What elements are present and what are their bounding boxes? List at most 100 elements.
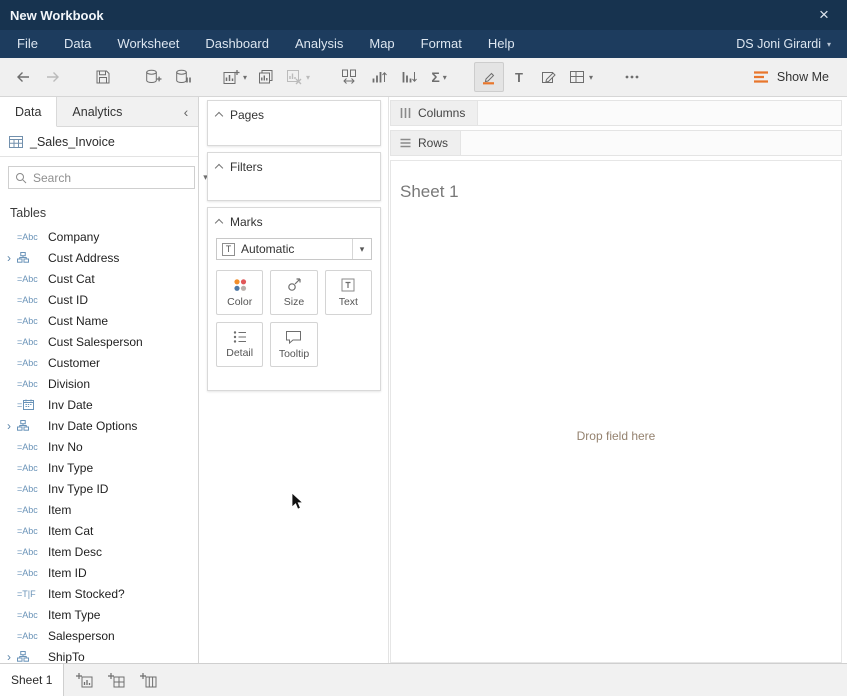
field-inv-date[interactable]: =Inv Date — [0, 394, 198, 415]
field-salesperson[interactable]: =AbcSalesperson — [0, 625, 198, 646]
field-cust-id[interactable]: =AbcCust ID — [0, 289, 198, 310]
field-inv-no[interactable]: =AbcInv No — [0, 436, 198, 457]
marks-size-button[interactable]: Size — [270, 270, 317, 315]
toolbar: ▾ ▾ Σ▾ T ▾ Show Me — [0, 58, 847, 97]
sheet-tab[interactable]: Sheet 1 — [0, 664, 64, 696]
field-label: Salesperson — [48, 629, 115, 643]
fix-axes-icon[interactable] — [534, 62, 564, 92]
marks-detail-button[interactable]: Detail — [216, 322, 263, 367]
close-icon[interactable]: × — [811, 0, 837, 30]
columns-shelf-label: Columns — [391, 101, 478, 125]
menu-data[interactable]: Data — [51, 30, 104, 58]
tableau-window: New Workbook × FileDataWorksheetDashboar… — [0, 0, 847, 696]
field-label: Item ID — [48, 566, 87, 580]
mark-type-value: Automatic — [241, 242, 352, 256]
filters-label: Filters — [230, 160, 263, 174]
new-datasource-icon[interactable] — [138, 62, 168, 92]
redo-icon[interactable] — [38, 62, 68, 92]
duplicate-sheet-icon[interactable] — [251, 62, 281, 92]
hierarchy-field-icon — [17, 420, 48, 431]
field-cust-address[interactable]: ›Cust Address — [0, 247, 198, 268]
swap-rows-columns-icon[interactable] — [334, 62, 364, 92]
pause-updates-icon[interactable] — [168, 62, 198, 92]
sheet-title: Sheet 1 — [400, 182, 459, 202]
show-mark-labels-icon[interactable]: T — [504, 62, 534, 92]
rows-shelf[interactable]: Rows — [390, 130, 842, 156]
expand-chevron-icon[interactable]: › — [7, 651, 17, 663]
expand-chevron-icon[interactable]: › — [7, 420, 17, 432]
totals-icon[interactable]: Σ▾ — [424, 62, 454, 92]
field-item-type[interactable]: =AbcItem Type — [0, 604, 198, 625]
clear-sheet-icon[interactable]: ▾ — [281, 62, 314, 92]
abc-field-icon: =Abc — [17, 316, 48, 326]
more-icon[interactable] — [617, 62, 647, 92]
marks-button-label: Tooltip — [279, 348, 309, 360]
field-shipto[interactable]: ›ShipTo — [0, 646, 198, 663]
chevron-down-icon[interactable]: ▾ — [352, 239, 371, 259]
color-icon — [231, 277, 249, 293]
field-item-id[interactable]: =AbcItem ID — [0, 562, 198, 583]
menu-file[interactable]: File — [4, 30, 51, 58]
field-item-cat[interactable]: =AbcItem Cat — [0, 520, 198, 541]
field-customer[interactable]: =AbcCustomer — [0, 352, 198, 373]
field-item-stocked-[interactable]: =T|FItem Stocked? — [0, 583, 198, 604]
field-cust-cat[interactable]: =AbcCust Cat — [0, 268, 198, 289]
menu-worksheet[interactable]: Worksheet — [104, 30, 192, 58]
show-me-button[interactable]: Show Me — [743, 62, 839, 92]
tab-data[interactable]: Data — [0, 97, 57, 127]
new-worksheet-tab-icon[interactable] — [68, 664, 100, 696]
menu-map[interactable]: Map — [356, 30, 407, 58]
menu-help[interactable]: Help — [475, 30, 528, 58]
menu-analysis[interactable]: Analysis — [282, 30, 356, 58]
user-name: DS Joni Girardi — [736, 37, 821, 51]
new-worksheet-icon[interactable]: ▾ — [218, 62, 251, 92]
chevron-up-icon — [215, 164, 223, 172]
user-menu[interactable]: DS Joni Girardi ▾ — [724, 37, 843, 51]
sheet-canvas[interactable]: Sheet 1 Drop field here — [390, 160, 842, 663]
field-division[interactable]: =AbcDivision — [0, 373, 198, 394]
show-me-label: Show Me — [777, 70, 829, 84]
sort-descending-icon[interactable] — [394, 62, 424, 92]
abc-field-icon: =Abc — [17, 505, 48, 515]
marks-tooltip-button[interactable]: Tooltip — [270, 322, 317, 367]
marks-color-button[interactable]: Color — [216, 270, 263, 315]
columns-shelf[interactable]: Columns — [390, 100, 842, 126]
pages-card[interactable]: Pages — [207, 100, 381, 146]
cards-panel: Pages Filters Marks T Automatic ▾ — [199, 97, 389, 663]
expand-chevron-icon[interactable]: › — [7, 252, 17, 264]
search-input[interactable] — [33, 171, 188, 185]
undo-icon[interactable] — [8, 62, 38, 92]
panel-tabs: Data Analytics ‹ — [0, 97, 198, 127]
field-item-desc[interactable]: =AbcItem Desc — [0, 541, 198, 562]
save-icon[interactable] — [88, 62, 118, 92]
marks-button-label: Detail — [226, 347, 253, 359]
mark-type-dropdown[interactable]: T Automatic ▾ — [216, 238, 372, 260]
search-box[interactable] — [8, 166, 195, 189]
field-company[interactable]: =AbcCompany — [0, 226, 198, 247]
menu-dashboard[interactable]: Dashboard — [192, 30, 282, 58]
field-inv-type-id[interactable]: =AbcInv Type ID — [0, 478, 198, 499]
tables-section-label: Tables — [0, 198, 198, 226]
sheet-area: Columns Rows Sheet 1 Drop field here — [389, 97, 847, 663]
abc-field-icon: =Abc — [17, 358, 48, 368]
fit-icon[interactable]: ▾ — [564, 62, 597, 92]
tab-analytics[interactable]: Analytics — [57, 97, 137, 126]
field-inv-date-options[interactable]: ›Inv Date Options — [0, 415, 198, 436]
filters-card[interactable]: Filters — [207, 152, 381, 201]
highlight-icon[interactable] — [474, 62, 504, 92]
abc-field-icon: =Abc — [17, 379, 48, 389]
collapse-panel-icon[interactable]: ‹ — [174, 97, 198, 126]
field-label: Inv Date — [48, 398, 93, 412]
new-dashboard-icon[interactable] — [100, 664, 132, 696]
menu-format[interactable]: Format — [408, 30, 475, 58]
field-cust-name[interactable]: =AbcCust Name — [0, 310, 198, 331]
field-inv-type[interactable]: =AbcInv Type — [0, 457, 198, 478]
field-label: Item Type — [48, 608, 100, 622]
field-label: Company — [48, 230, 99, 244]
datasource-item[interactable]: _Sales_Invoice — [0, 127, 198, 157]
sort-ascending-icon[interactable] — [364, 62, 394, 92]
field-item[interactable]: =AbcItem — [0, 499, 198, 520]
marks-text-button[interactable]: Text — [325, 270, 372, 315]
field-cust-salesperson[interactable]: =AbcCust Salesperson — [0, 331, 198, 352]
new-story-icon[interactable] — [132, 664, 164, 696]
